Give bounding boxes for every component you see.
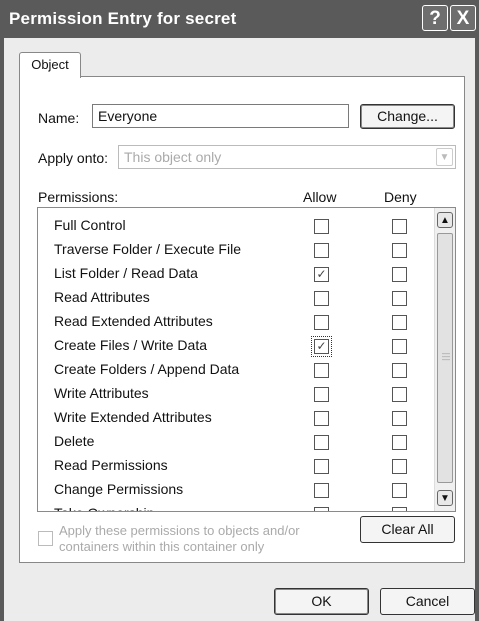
deny-checkbox[interactable] bbox=[392, 483, 407, 498]
deny-checkbox[interactable] bbox=[392, 411, 407, 426]
allow-checkbox[interactable] bbox=[314, 387, 329, 402]
permission-row[interactable]: Traverse Folder / Execute File bbox=[38, 238, 430, 262]
permission-label: Full Control bbox=[54, 217, 126, 233]
permission-label: Take Ownership bbox=[54, 505, 154, 511]
chevron-down-icon[interactable]: ▼ bbox=[436, 148, 453, 166]
permission-label: Delete bbox=[54, 433, 95, 449]
allow-checkbox[interactable]: ✓ bbox=[311, 336, 332, 357]
close-button[interactable]: X bbox=[450, 5, 476, 31]
permission-label: Write Attributes bbox=[54, 385, 149, 401]
permission-row[interactable]: Delete bbox=[38, 430, 430, 454]
deny-checkbox[interactable] bbox=[392, 339, 407, 354]
permission-row[interactable]: Create Files / Write Data ✓ bbox=[38, 334, 430, 358]
allow-checkbox[interactable] bbox=[314, 411, 329, 426]
deny-checkbox[interactable] bbox=[392, 507, 407, 511]
permission-row[interactable]: Change Permissions bbox=[38, 478, 430, 502]
allow-checkbox[interactable] bbox=[314, 435, 329, 450]
permission-label: Change Permissions bbox=[54, 481, 184, 497]
window-title: Permission Entry for secret bbox=[9, 9, 237, 28]
ok-button[interactable]: OK bbox=[274, 588, 369, 615]
deny-checkbox[interactable] bbox=[392, 387, 407, 402]
permissions-list[interactable]: Full Control Traverse Folder / Execute Fi… bbox=[37, 207, 456, 512]
permission-row[interactable]: List Folder / Read Data ✓ bbox=[38, 262, 430, 286]
vertical-scrollbar[interactable]: ▲ — — — ▼ bbox=[434, 208, 455, 511]
deny-checkbox[interactable] bbox=[392, 291, 407, 306]
permission-label: Create Files / Write Data bbox=[54, 337, 208, 353]
deny-checkbox[interactable] bbox=[392, 219, 407, 234]
allow-checkbox[interactable]: ✓ bbox=[314, 267, 329, 282]
allow-checkbox[interactable] bbox=[314, 483, 329, 498]
deny-checkbox[interactable] bbox=[392, 435, 407, 450]
deny-checkbox[interactable] bbox=[392, 315, 407, 330]
scroll-thumb[interactable]: — — — bbox=[437, 233, 453, 483]
permission-label: Read Attributes bbox=[54, 289, 150, 305]
window-frame-left bbox=[0, 38, 4, 621]
allow-checkbox[interactable] bbox=[314, 315, 329, 330]
permission-label: Traverse Folder / Execute File bbox=[54, 241, 241, 257]
scroll-up-icon[interactable]: ▲ bbox=[437, 212, 453, 228]
permission-row[interactable]: Read Extended Attributes bbox=[38, 310, 430, 334]
grip-icon: — — — bbox=[442, 349, 450, 364]
title-bar: Permission Entry for secret ? X bbox=[0, 0, 479, 38]
allow-checkbox[interactable] bbox=[314, 507, 329, 511]
permission-row[interactable]: Take Ownership bbox=[38, 502, 430, 511]
apply-to-containers-label: Apply these permissions to objects and/o… bbox=[59, 523, 300, 554]
allow-column-header: Allow bbox=[303, 189, 337, 205]
allow-checkbox[interactable] bbox=[314, 243, 329, 258]
cancel-button[interactable]: Cancel bbox=[380, 588, 475, 615]
permission-label: Read Permissions bbox=[54, 457, 168, 473]
allow-checkbox[interactable] bbox=[314, 363, 329, 378]
window-frame-right bbox=[475, 38, 479, 621]
permission-row[interactable]: Full Control bbox=[38, 214, 430, 238]
permission-row[interactable]: Create Folders / Append Data bbox=[38, 358, 430, 382]
deny-checkbox[interactable] bbox=[392, 363, 407, 378]
deny-checkbox[interactable] bbox=[392, 243, 407, 258]
tab-object[interactable]: Object bbox=[19, 52, 81, 78]
apply-onto-select[interactable]: This object only ▼ bbox=[118, 145, 456, 169]
permission-row[interactable]: Read Permissions bbox=[38, 454, 430, 478]
allow-checkbox[interactable] bbox=[314, 219, 329, 234]
apply-onto-value: This object only bbox=[124, 149, 222, 165]
name-value: Everyone bbox=[98, 108, 158, 124]
help-button[interactable]: ? bbox=[422, 5, 448, 31]
name-label: Name: bbox=[38, 110, 80, 126]
deny-checkbox[interactable] bbox=[392, 267, 407, 282]
deny-column-header: Deny bbox=[384, 189, 417, 205]
permission-row[interactable]: Write Extended Attributes bbox=[38, 406, 430, 430]
allow-checkbox[interactable] bbox=[314, 459, 329, 474]
permissions-label: Permissions: bbox=[38, 189, 119, 205]
apply-to-containers-checkbox[interactable] bbox=[38, 531, 53, 546]
permission-label: Write Extended Attributes bbox=[54, 409, 212, 425]
change-button[interactable]: Change... bbox=[360, 104, 455, 129]
permission-label: Read Extended Attributes bbox=[54, 313, 213, 329]
permission-label: List Folder / Read Data bbox=[54, 265, 198, 281]
name-field: Everyone bbox=[92, 104, 349, 128]
permission-row[interactable]: Read Attributes bbox=[38, 286, 430, 310]
scroll-down-icon[interactable]: ▼ bbox=[437, 490, 453, 506]
clear-all-button[interactable]: Clear All bbox=[360, 516, 455, 543]
deny-checkbox[interactable] bbox=[392, 459, 407, 474]
permission-row[interactable]: Write Attributes bbox=[38, 382, 430, 406]
permission-label: Create Folders / Append Data bbox=[54, 361, 240, 377]
apply-onto-label: Apply onto: bbox=[38, 150, 109, 166]
allow-checkbox[interactable] bbox=[314, 291, 329, 306]
